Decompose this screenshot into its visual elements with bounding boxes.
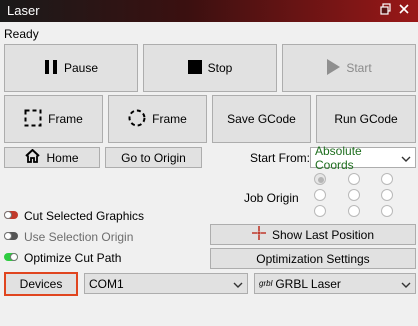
show-last-position-label: Show Last Position — [271, 227, 375, 242]
play-icon — [326, 58, 341, 78]
frame-circle-icon — [128, 109, 146, 130]
optimization-settings-label: Optimization Settings — [256, 251, 370, 266]
go-to-origin-button[interactable]: Go to Origin — [105, 147, 202, 168]
optimize-cut-path-toggle[interactable] — [4, 253, 18, 261]
origin-radio-center[interactable] — [348, 189, 360, 201]
chevron-down-icon — [401, 153, 411, 163]
close-icon[interactable] — [398, 3, 410, 18]
title-bar: Laser — [0, 0, 418, 22]
crosshair-icon — [251, 226, 266, 243]
home-icon — [25, 148, 41, 166]
devices-label: Devices — [19, 277, 63, 291]
port-select[interactable]: COM1 — [84, 273, 248, 294]
start-from-label: Start From: — [250, 151, 311, 165]
origin-radio-bottom-center[interactable] — [348, 205, 360, 217]
grbl-logo-icon: grbl — [259, 279, 273, 288]
device-value: GRBL Laser — [275, 276, 341, 291]
cut-selected-label: Cut Selected Graphics — [24, 209, 145, 223]
run-gcode-button[interactable]: Run GCode — [316, 95, 416, 143]
devices-button[interactable]: Devices — [4, 272, 78, 296]
home-label: Home — [46, 150, 79, 165]
home-button[interactable]: Home — [4, 147, 100, 168]
save-gcode-button[interactable]: Save GCode — [212, 95, 311, 143]
cut-selected-toggle[interactable] — [4, 211, 18, 219]
use-selection-origin-toggle[interactable] — [4, 232, 18, 240]
stop-icon — [187, 59, 202, 77]
pause-icon — [44, 59, 58, 78]
pause-label: Pause — [63, 61, 99, 75]
chevron-down-icon — [401, 279, 411, 289]
use-selection-origin-label: Use Selection Origin — [24, 230, 134, 244]
chevron-down-icon — [233, 279, 243, 289]
restore-icon[interactable] — [380, 3, 392, 18]
frame-rect-label: Frame — [48, 112, 83, 126]
origin-radio-bottom-right[interactable] — [381, 205, 393, 217]
origin-radio-top-left[interactable] — [314, 173, 326, 185]
start-button[interactable]: Start — [282, 44, 416, 92]
start-from-value: Absolute Coords — [315, 143, 362, 172]
start-label: Start — [346, 61, 372, 75]
go-to-origin-label: Go to Origin — [121, 150, 186, 165]
frame-rect-button[interactable]: Frame — [4, 95, 103, 143]
save-gcode-label: Save GCode — [227, 112, 296, 126]
origin-radio-top-center[interactable] — [348, 173, 360, 185]
optimize-cut-path-label: Optimize Cut Path — [24, 251, 122, 265]
stop-label: Stop — [207, 61, 233, 75]
status-text: Ready — [4, 27, 39, 41]
show-last-position-button[interactable]: Show Last Position — [210, 224, 416, 245]
start-from-select[interactable]: Absolute Coords — [310, 144, 416, 172]
job-origin-label: Job Origin — [244, 191, 299, 205]
frame-rectangle-icon — [24, 109, 42, 130]
pause-button[interactable]: Pause — [4, 44, 138, 92]
optimization-settings-button[interactable]: Optimization Settings — [210, 248, 416, 269]
stop-button[interactable]: Stop — [143, 44, 277, 92]
frame-circle-button[interactable]: Frame — [108, 95, 207, 143]
origin-radio-middle-left[interactable] — [314, 189, 326, 201]
origin-radio-bottom-left[interactable] — [314, 205, 326, 217]
device-select[interactable]: grbl GRBL Laser — [254, 273, 416, 294]
origin-radio-top-right[interactable] — [381, 173, 393, 185]
origin-radio-middle-right[interactable] — [381, 189, 393, 201]
run-gcode-label: Run GCode — [334, 112, 398, 126]
port-value: COM1 — [89, 276, 124, 291]
frame-circle-label: Frame — [152, 112, 187, 126]
window-title: Laser — [7, 3, 40, 18]
